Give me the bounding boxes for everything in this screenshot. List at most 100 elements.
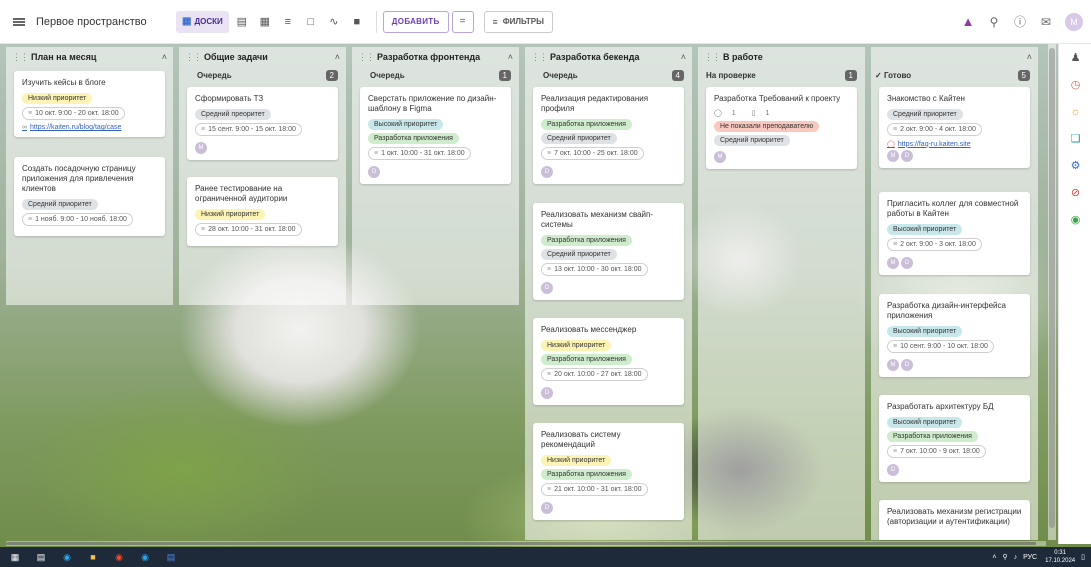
sun-icon[interactable]: ☼ (1059, 98, 1091, 125)
timer-icon[interactable]: ◷ (1059, 71, 1091, 98)
network-icon[interactable]: ⚲ (1002, 553, 1007, 561)
menu-icon[interactable] (4, 0, 34, 44)
column-header[interactable]: ˄ (871, 47, 1038, 67)
table-view-button[interactable]: ▦ (255, 11, 275, 33)
search-icon[interactable]: ⚲ (981, 9, 1007, 35)
tag: Средний приоритет (887, 109, 963, 120)
card[interactable]: Разработка дизайн-интерфейса приложения … (879, 294, 1030, 377)
scroll-thumb[interactable] (6, 542, 1036, 545)
avatar[interactable]: D (541, 282, 553, 294)
avatar[interactable]: D (541, 502, 553, 514)
card[interactable]: Сверстать приложение по дизайн-шаблону в… (360, 87, 511, 184)
add-menu-button[interactable]: = (451, 10, 474, 33)
card-link[interactable]: ◯ https://faq-ru.kaiten.site (887, 140, 1022, 149)
drag-handle-icon[interactable]: ⋮⋮ (704, 52, 721, 63)
chart-view-button[interactable]: ∿ (324, 11, 344, 33)
avatar[interactable]: D (901, 359, 913, 371)
timeline-icon: ≡ (284, 15, 291, 28)
comments-count: 1 (765, 110, 770, 117)
avatar[interactable]: D (541, 166, 553, 178)
card[interactable]: Разработать архитектуру БД Высокий приор… (879, 395, 1030, 482)
card-link[interactable]: ∞ https://kaiten.ru/blog/tag/case (22, 124, 157, 131)
column-header[interactable]: ⋮⋮ Общие задачи ˄ (179, 47, 346, 67)
card[interactable]: Знакомство с Кайтен Средний приоритет ≡ 2… (879, 87, 1030, 168)
card[interactable]: Реализовать механизм свайп-системы Разра… (533, 203, 684, 300)
timeline-view-button[interactable]: ≡ (278, 11, 298, 33)
users-icon[interactable]: ♟ (1059, 44, 1091, 71)
help-icon[interactable]: ⓘ (1007, 9, 1033, 35)
avatar[interactable]: D (887, 464, 899, 476)
copy-icon[interactable]: ❏ (1059, 125, 1091, 152)
drag-handle-icon[interactable]: ⋮⋮ (358, 52, 375, 63)
scroll-thumb[interactable] (1049, 48, 1055, 528)
column-header[interactable]: ⋮⋮ Разработка бекенда ˄ (525, 47, 692, 67)
card[interactable]: Реализовать механизм регистрации (автори… (879, 500, 1030, 540)
tag: Средний приоритет (541, 249, 617, 260)
avatar[interactable]: M (887, 150, 899, 162)
chevron-up-icon[interactable]: ˄ (335, 52, 340, 62)
lane-title: Очередь (370, 70, 405, 80)
avatar[interactable]: D (901, 150, 913, 162)
calendar-view-button[interactable]: □ (301, 11, 321, 33)
avatar[interactable]: D (541, 387, 553, 399)
mail-icon[interactable]: ✉ (1033, 9, 1059, 35)
filters-button[interactable]: ≡ ФИЛЬТРЫ (483, 10, 553, 33)
card[interactable]: Разработка Требований к проекту ◯ 1 ▯ 1 … (706, 87, 857, 169)
docs-view-button[interactable]: ■ (347, 11, 367, 33)
app-icon[interactable]: ◉ (134, 547, 156, 567)
user-avatar[interactable]: M (1065, 12, 1083, 31)
card[interactable]: Ранее тестирование на ограниченной аудит… (187, 177, 338, 246)
card[interactable]: Реализовать мессенджер Низкий приоритет … (533, 318, 684, 405)
notifications-icon[interactable]: ▯ (1081, 553, 1085, 561)
speaker-icon[interactable]: ♪ (1014, 554, 1018, 561)
list-view-button[interactable]: ▤ (232, 11, 252, 33)
add-button[interactable]: ДОБАВИТЬ (382, 10, 449, 33)
avatar[interactable]: M (887, 359, 899, 371)
language-indicator[interactable]: РУС (1023, 554, 1037, 561)
kaiten-logo-icon[interactable]: ▲ (955, 9, 981, 35)
calendar-icon: ≡ (893, 126, 898, 133)
card[interactable]: Создать посадочную страницу приложения д… (14, 157, 165, 236)
file-explorer-icon[interactable]: ■ (82, 547, 104, 567)
avatar[interactable]: M (195, 142, 207, 154)
word-icon[interactable]: ▤ (160, 547, 182, 567)
chrome-browser-icon[interactable]: ◉ (108, 547, 130, 567)
settings-icon[interactable]: ◉ (1059, 206, 1091, 233)
chevron-up-icon[interactable]: ˄ (508, 52, 513, 62)
boards-view-button[interactable]: ▦ ДОСКИ (176, 10, 229, 33)
vertical-scrollbar[interactable] (1048, 44, 1056, 540)
link-text[interactable]: https://kaiten.ru/blog/tag/case (30, 124, 121, 131)
column-header[interactable]: ⋮⋮ План на месяц ˄ (6, 47, 173, 67)
chevron-up-icon[interactable]: ˄ (992, 554, 996, 561)
column-header[interactable]: ⋮⋮ В работе (698, 47, 865, 67)
task-view-icon[interactable]: ▤ (30, 547, 52, 567)
drag-handle-icon[interactable]: ⋮⋮ (531, 52, 548, 63)
space-title[interactable]: Первое пространство (36, 16, 176, 28)
card[interactable]: Изучить кейсы в блоге Низкий приоритет ≡… (14, 71, 165, 137)
gear-icon[interactable]: ⚙ (1059, 152, 1091, 179)
chevron-up-icon[interactable]: ˄ (1027, 52, 1032, 62)
link-text[interactable]: https://faq-ru.kaiten.site (898, 141, 971, 148)
drag-handle-icon[interactable]: ⋮⋮ (12, 52, 29, 63)
chevron-up-icon[interactable]: ˄ (162, 52, 167, 62)
column-header[interactable]: ⋮⋮ Разработка фронтенда ˄ (352, 47, 519, 67)
card[interactable]: Реализация редактирования профиля Разраб… (533, 87, 684, 184)
card[interactable]: Пригласить коллег для совместной работы … (879, 192, 1030, 275)
avatar[interactable]: M (714, 151, 726, 163)
date-badge: ≡ 1 окт. 10:00 - 31 окт. 18:00 (368, 147, 471, 160)
clock[interactable]: 0:31 17.10.2024 (1045, 549, 1075, 565)
avatar[interactable]: M (887, 257, 899, 269)
date-badge: ≡ 21 окт. 10:00 - 31 окт. 18:00 (541, 483, 648, 496)
avatar[interactable]: D (901, 257, 913, 269)
drag-handle-icon[interactable]: ⋮⋮ (185, 52, 202, 63)
windows-start-icon[interactable]: ▦ (4, 547, 26, 567)
edge-browser-icon[interactable]: ◉ (56, 547, 78, 567)
horizontal-scrollbar[interactable] (6, 541, 1046, 546)
tag: Разработка приложения (368, 133, 459, 144)
card[interactable]: Сформировать ТЗ Средний преоритет ≡ 15 се… (187, 87, 338, 160)
card[interactable]: Реализовать систему рекомендаций Низкий … (533, 423, 684, 520)
chevron-up-icon[interactable]: ˄ (681, 52, 686, 62)
block-icon[interactable]: ⊘ (1059, 179, 1091, 206)
avatar[interactable]: D (368, 166, 380, 178)
date-badge: ≡ 20 окт. 10:00 - 27 окт. 18:00 (541, 368, 648, 381)
